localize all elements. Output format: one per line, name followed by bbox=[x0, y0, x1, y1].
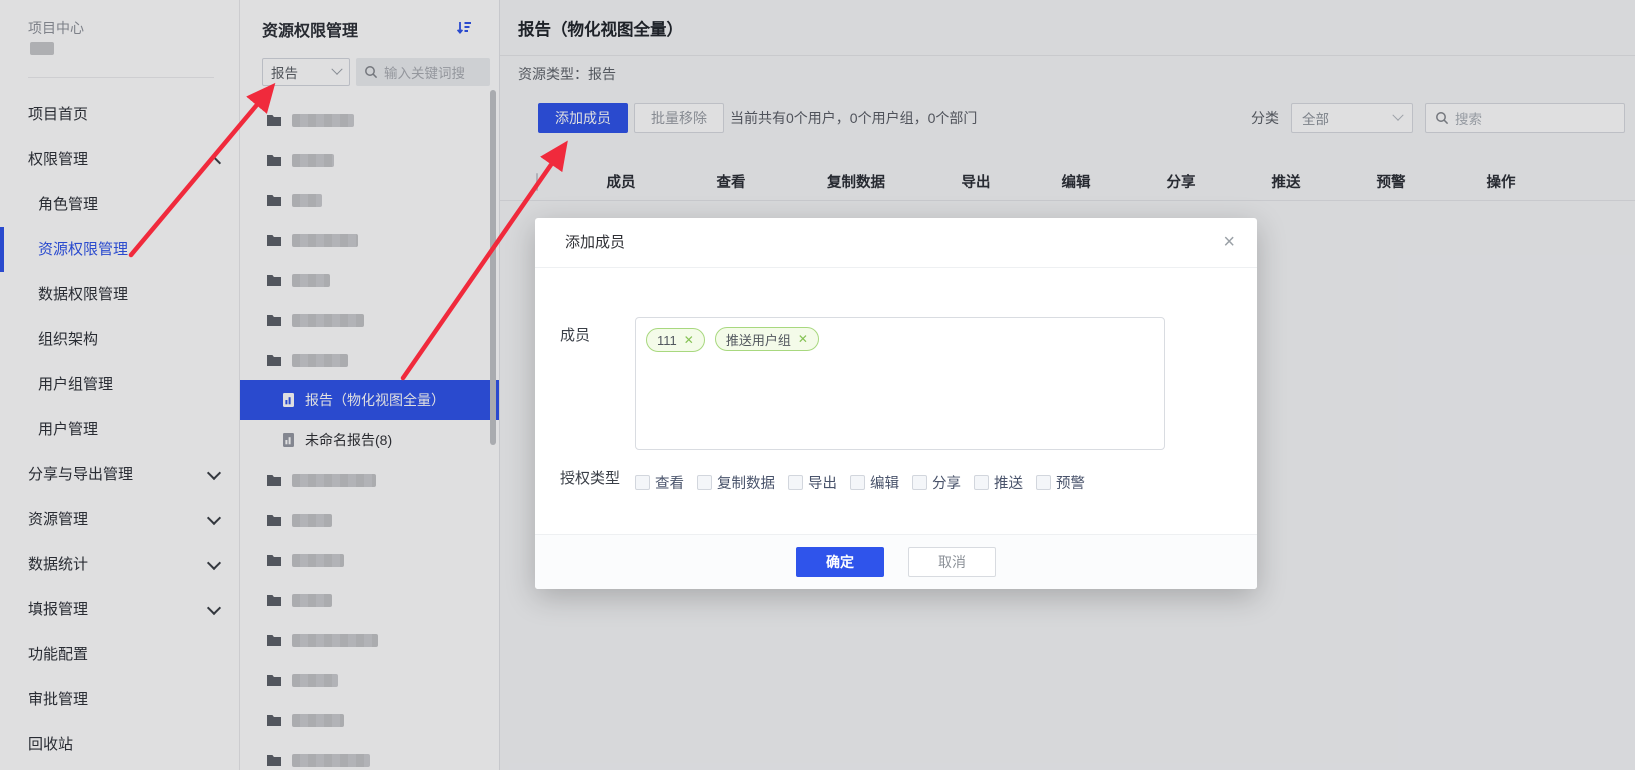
modal-header: 添加成员 × bbox=[535, 218, 1257, 268]
member-tag-label: 111 bbox=[657, 333, 677, 348]
auth-option-label: 预警 bbox=[1056, 472, 1085, 493]
checkbox-icon bbox=[635, 475, 650, 490]
checkbox-icon bbox=[974, 475, 989, 490]
checkbox-icon bbox=[697, 475, 712, 490]
cancel-button[interactable]: 取消 bbox=[908, 547, 996, 577]
member-tag: 推送用户组 ✕ bbox=[715, 327, 819, 351]
auth-option-checkbox[interactable]: 编辑 bbox=[850, 472, 899, 493]
checkbox-icon bbox=[1036, 475, 1051, 490]
modal-title: 添加成员 bbox=[565, 234, 625, 251]
close-icon[interactable]: × bbox=[1223, 218, 1235, 266]
auth-option-label: 编辑 bbox=[870, 472, 899, 493]
auth-option-label: 分享 bbox=[932, 472, 961, 493]
member-field-label: 成员 bbox=[560, 324, 590, 345]
add-member-modal: 添加成员 × 成员 111 ✕ 推送用户组 ✕ 授权类型 查看 复制数据 导出 编辑 分享 推送… bbox=[535, 218, 1257, 589]
auth-option-label: 推送 bbox=[994, 472, 1023, 493]
auth-option-checkbox[interactable]: 复制数据 bbox=[697, 472, 775, 493]
app-screen: 项目中心 项目首页权限管理角色管理资源权限管理数据权限管理组织架构用户组管理用户… bbox=[0, 0, 1635, 770]
remove-tag-icon[interactable]: ✕ bbox=[798, 332, 808, 346]
member-tag: 111 ✕ bbox=[646, 328, 705, 352]
checkbox-icon bbox=[912, 475, 927, 490]
auth-option-checkbox[interactable]: 预警 bbox=[1036, 472, 1085, 493]
auth-option-checkbox[interactable]: 导出 bbox=[788, 472, 837, 493]
auth-options: 查看 复制数据 导出 编辑 分享 推送 预警 bbox=[635, 472, 1085, 493]
member-tags-box[interactable]: 111 ✕ 推送用户组 ✕ bbox=[635, 317, 1165, 450]
auth-option-checkbox[interactable]: 分享 bbox=[912, 472, 961, 493]
modal-footer: 确定 取消 bbox=[535, 534, 1257, 589]
auth-option-label: 复制数据 bbox=[717, 472, 775, 493]
auth-option-label: 导出 bbox=[808, 472, 837, 493]
auth-option-label: 查看 bbox=[655, 472, 684, 493]
auth-option-checkbox[interactable]: 推送 bbox=[974, 472, 1023, 493]
auth-option-checkbox[interactable]: 查看 bbox=[635, 472, 684, 493]
checkbox-icon bbox=[850, 475, 865, 490]
confirm-button[interactable]: 确定 bbox=[796, 547, 884, 577]
auth-type-label: 授权类型 bbox=[560, 467, 620, 488]
checkbox-icon bbox=[788, 475, 803, 490]
member-tag-label: 推送用户组 bbox=[726, 330, 791, 349]
remove-tag-icon[interactable]: ✕ bbox=[684, 333, 694, 347]
